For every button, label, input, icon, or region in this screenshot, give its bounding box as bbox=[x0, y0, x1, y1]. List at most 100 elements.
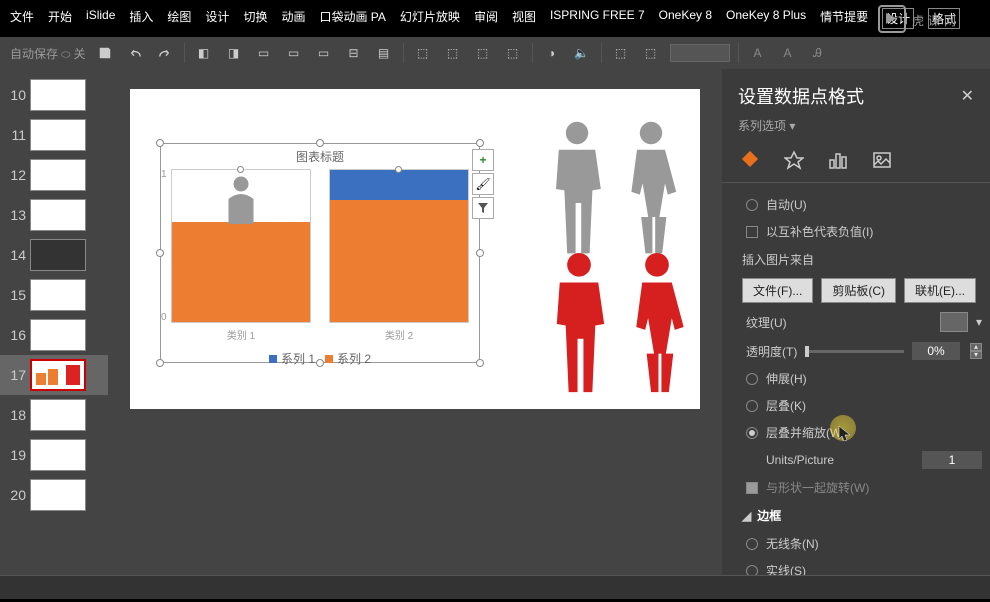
tool-icon[interactable]: ⬚ bbox=[472, 42, 494, 64]
undo-icon[interactable] bbox=[124, 42, 146, 64]
thumbnails-panel[interactable]: 10 11 12 13 14 15 16 17 18 19 20 bbox=[0, 69, 108, 575]
autosave-toggle[interactable]: 自动保存 ⬭ 关 bbox=[10, 45, 86, 62]
menu-onekey8plus[interactable]: OneKey 8 Plus bbox=[726, 8, 806, 29]
bar-category-1[interactable] bbox=[171, 169, 311, 323]
menu-view[interactable]: 视图 bbox=[512, 8, 536, 29]
bar-series2[interactable] bbox=[172, 222, 310, 322]
resize-handle[interactable] bbox=[237, 166, 244, 173]
font-tool-icon[interactable]: A bbox=[777, 42, 799, 64]
thumb-20[interactable]: 20 bbox=[0, 475, 108, 515]
bar-series1[interactable] bbox=[330, 170, 468, 200]
chart-plot[interactable] bbox=[161, 169, 479, 323]
tool-icon[interactable]: ▭ bbox=[253, 42, 275, 64]
menu-animation[interactable]: 动画 bbox=[281, 8, 305, 29]
sound-icon[interactable]: 🔈 bbox=[571, 42, 593, 64]
clipboard-button[interactable]: 剪贴板(C) bbox=[821, 278, 896, 303]
thumb-11[interactable]: 11 bbox=[0, 115, 108, 155]
font-tool-icon[interactable]: A bbox=[747, 42, 769, 64]
close-pane-icon[interactable]: ✕ bbox=[961, 86, 974, 106]
chart-styles-icon[interactable]: 🖌 bbox=[472, 173, 494, 195]
option-stack-scale[interactable]: 层叠并缩放(W) bbox=[742, 419, 986, 446]
menu-storyboard[interactable]: 情节提要 bbox=[820, 8, 868, 29]
tab-series-icon[interactable] bbox=[826, 148, 850, 172]
redo-icon[interactable] bbox=[154, 42, 176, 64]
border-section-header[interactable]: ◢边框 bbox=[742, 501, 986, 530]
menu-insert[interactable]: 插入 bbox=[129, 8, 153, 29]
menu-home[interactable]: 开始 bbox=[48, 8, 72, 29]
tool-icon[interactable]: ▭ bbox=[313, 42, 335, 64]
texture-row[interactable]: 纹理(U)▾ bbox=[742, 307, 986, 337]
menu-design[interactable]: 设计 bbox=[205, 8, 229, 29]
radio-icon[interactable] bbox=[746, 373, 758, 385]
resize-handle[interactable] bbox=[476, 139, 484, 147]
transparency-slider[interactable] bbox=[805, 350, 904, 353]
chart-object[interactable]: 图表标题 类别 1 类别 2 bbox=[160, 143, 480, 363]
radio-icon[interactable] bbox=[746, 538, 758, 550]
people-icons-group[interactable] bbox=[542, 119, 694, 399]
series-options-dropdown[interactable]: 系列选项 ▾ bbox=[722, 113, 990, 138]
chart-title[interactable]: 图表标题 bbox=[161, 144, 479, 169]
slide-canvas-area[interactable]: 图表标题 类别 1 类别 2 bbox=[108, 69, 722, 575]
texture-picker-icon[interactable] bbox=[940, 312, 968, 332]
slide[interactable]: 图表标题 类别 1 类别 2 bbox=[130, 89, 700, 409]
resize-handle[interactable] bbox=[476, 359, 484, 367]
resize-handle[interactable] bbox=[156, 359, 164, 367]
save-icon[interactable] bbox=[94, 42, 116, 64]
file-button[interactable]: 文件(F)... bbox=[742, 278, 813, 303]
tool-icon[interactable]: ⬚ bbox=[640, 42, 662, 64]
units-row[interactable]: Units/Picture bbox=[742, 446, 986, 474]
woman-silhouette-icon[interactable] bbox=[620, 249, 694, 399]
resize-handle[interactable] bbox=[316, 139, 324, 147]
checkbox-icon[interactable] bbox=[746, 226, 758, 238]
option-noline[interactable]: 无线条(N) bbox=[742, 530, 986, 557]
spin-down-icon[interactable]: ▾ bbox=[970, 351, 982, 359]
tab-effects-icon[interactable] bbox=[782, 148, 806, 172]
tool-icon[interactable]: ◑ bbox=[541, 42, 563, 64]
radio-icon[interactable] bbox=[746, 565, 758, 576]
radio-icon[interactable] bbox=[746, 427, 758, 439]
thumb-12[interactable]: 12 bbox=[0, 155, 108, 195]
transparency-value[interactable]: 0% bbox=[912, 342, 960, 360]
chevron-down-icon[interactable]: ▾ bbox=[976, 315, 982, 329]
format-options[interactable]: 自动(U) 以互补色代表负值(I) 插入图片来自 文件(F)... 剪贴板(C)… bbox=[722, 183, 990, 575]
menu-draw[interactable]: 绘图 bbox=[167, 8, 191, 29]
menu-pocket[interactable]: 口袋动画 PA bbox=[319, 8, 385, 29]
bar-category-2[interactable] bbox=[329, 169, 469, 323]
thumb-14[interactable]: 14 bbox=[0, 235, 108, 275]
tool-icon[interactable]: ⬚ bbox=[610, 42, 632, 64]
tool-icon[interactable]: ⬚ bbox=[502, 42, 524, 64]
legend-item[interactable]: 系列 1 bbox=[269, 350, 315, 367]
transparency-row[interactable]: 透明度(T) 0% ▴▾ bbox=[742, 337, 986, 365]
option-solid[interactable]: 实线(S) bbox=[742, 557, 986, 575]
menu-islide[interactable]: iSlide bbox=[86, 8, 115, 29]
menu-file[interactable]: 文件 bbox=[10, 8, 34, 29]
online-button[interactable]: 联机(E)... bbox=[904, 278, 976, 303]
tool-icon[interactable]: ⊟ bbox=[343, 42, 365, 64]
menu-transition[interactable]: 切换 bbox=[243, 8, 267, 29]
tool-icon[interactable]: ⬚ bbox=[442, 42, 464, 64]
tool-icon[interactable]: ◧ bbox=[193, 42, 215, 64]
menu-slideshow[interactable]: 幻灯片放映 bbox=[400, 8, 460, 29]
thumb-19[interactable]: 19 bbox=[0, 435, 108, 475]
resize-handle[interactable] bbox=[316, 359, 324, 367]
thumb-16[interactable]: 16 bbox=[0, 315, 108, 355]
legend-item[interactable]: 系列 2 bbox=[325, 350, 371, 367]
rotate-with-shape[interactable]: 与形状一起旋转(W) bbox=[742, 474, 986, 501]
tab-picture-icon[interactable] bbox=[870, 148, 894, 172]
tool-icon[interactable]: ◨ bbox=[223, 42, 245, 64]
thumb-17[interactable]: 17 bbox=[0, 355, 108, 395]
thumb-13[interactable]: 13 bbox=[0, 195, 108, 235]
font-tool-icon[interactable]: Ꭿ bbox=[807, 42, 829, 64]
chart-filter-icon[interactable] bbox=[472, 197, 494, 219]
units-input[interactable] bbox=[922, 451, 982, 469]
woman-silhouette-icon[interactable] bbox=[616, 119, 686, 259]
tool-icon[interactable]: ▭ bbox=[283, 42, 305, 64]
bar-series2[interactable] bbox=[330, 200, 468, 322]
resize-handle[interactable] bbox=[156, 139, 164, 147]
chart-add-element-icon[interactable]: + bbox=[472, 149, 494, 171]
collapse-icon[interactable]: ◢ bbox=[742, 509, 751, 523]
option-stretch[interactable]: 伸展(H) bbox=[742, 365, 986, 392]
option-auto[interactable]: 自动(U) bbox=[742, 191, 986, 218]
menu-ispring[interactable]: ISPRING FREE 7 bbox=[550, 8, 645, 29]
checkbox-icon[interactable] bbox=[746, 482, 758, 494]
